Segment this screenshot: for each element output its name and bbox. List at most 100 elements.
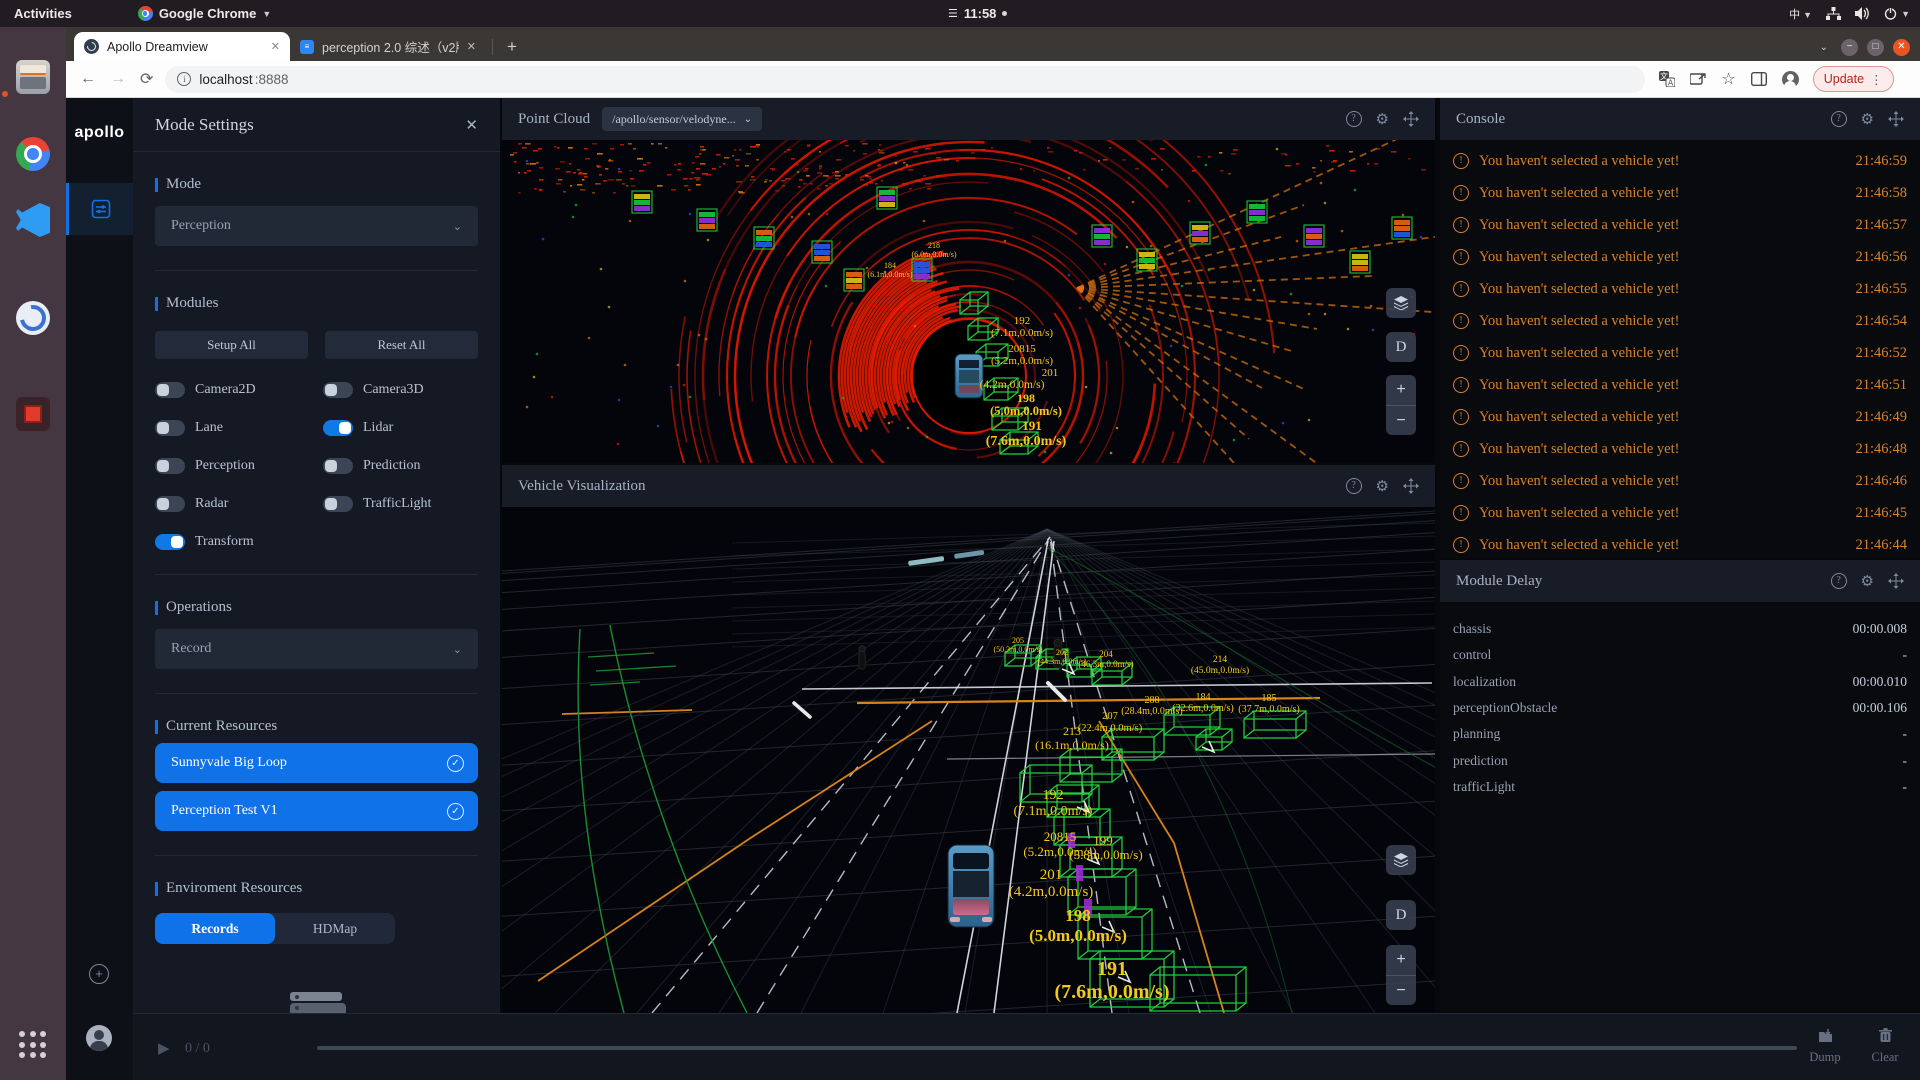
toggle-label: Radar — [195, 496, 228, 512]
tab-perception-doc[interactable]: ≡ perception 2.0 综述（v2版 ✕ — [290, 32, 486, 61]
update-button[interactable]: Update ⋮ — [1813, 66, 1894, 92]
obstacle-label: 204 — [1099, 649, 1113, 659]
toggle-prediction[interactable]: Prediction — [323, 458, 478, 474]
maximize-button[interactable]: □ — [1867, 39, 1884, 56]
move-panel-icon[interactable] — [1403, 111, 1419, 127]
switch[interactable] — [155, 496, 185, 512]
power-menu[interactable]: ▼ — [1884, 7, 1910, 20]
tab-close-icon[interactable]: ✕ — [467, 40, 476, 53]
switch[interactable] — [155, 458, 185, 474]
dimension-toggle-button[interactable]: D — [1386, 332, 1416, 362]
activities-button[interactable]: Activities — [14, 6, 72, 21]
chrome-app-icon[interactable] — [16, 137, 50, 171]
forward-button[interactable]: → — [110, 70, 126, 88]
vscode-app-icon[interactable] — [16, 203, 50, 237]
zoom-in-button[interactable]: + — [1386, 375, 1416, 405]
tab-apollo-dreamview[interactable]: Apollo Dreamview ✕ — [74, 32, 290, 61]
toggle-camera2d[interactable]: Camera2D — [155, 382, 323, 398]
layers-button[interactable] — [1386, 845, 1416, 875]
help-icon[interactable]: ? — [1831, 111, 1847, 127]
switch[interactable] — [323, 420, 353, 436]
settings-gear-icon[interactable]: ⚙ — [1861, 112, 1874, 127]
zoom-out-button[interactable]: − — [1386, 975, 1416, 1005]
seek-bar[interactable] — [317, 1046, 1797, 1050]
toggle-radar[interactable]: Radar — [155, 496, 323, 512]
switch[interactable] — [155, 382, 185, 398]
toggle-lidar[interactable]: Lidar — [323, 420, 478, 436]
profile-avatar[interactable] — [1782, 71, 1799, 88]
play-button[interactable]: ▶ — [158, 1039, 170, 1057]
add-panel-button[interactable]: + — [89, 964, 109, 984]
zoom-out-button[interactable]: − — [1386, 405, 1416, 435]
app-menu[interactable]: Google Chrome ▼ — [138, 6, 271, 21]
network-icon[interactable] — [1826, 7, 1841, 20]
close-button[interactable]: ✕ — [1893, 39, 1910, 56]
settings-gear-icon[interactable]: ⚙ — [1376, 479, 1389, 494]
settings-gear-icon[interactable]: ⚙ — [1861, 574, 1874, 589]
input-method-indicator[interactable]: 中 ▼ — [1789, 6, 1812, 22]
layers-button[interactable] — [1386, 288, 1416, 318]
new-tab-button[interactable]: + — [499, 37, 525, 57]
clear-button[interactable]: Clear — [1855, 1028, 1915, 1065]
help-icon[interactable]: ? — [1831, 573, 1847, 589]
switch[interactable] — [155, 534, 185, 550]
move-panel-icon[interactable] — [1403, 478, 1419, 494]
settings-gear-icon[interactable]: ⚙ — [1376, 112, 1389, 127]
resource-perception-test-v1[interactable]: Perception Test V1 ✓ — [155, 791, 478, 831]
tab-title: Apollo Dreamview — [107, 40, 263, 54]
site-info-icon[interactable]: i — [177, 72, 191, 86]
operations-select[interactable]: Record ⌄ — [155, 629, 478, 669]
module-delay-value: 00:00.008 — [1853, 621, 1907, 637]
obstacle-label: 213 — [1063, 724, 1081, 738]
mode-select[interactable]: Perception ⌄ — [155, 206, 478, 246]
switch[interactable] — [323, 496, 353, 512]
help-icon[interactable]: ? — [1346, 111, 1362, 127]
vehicle-visualization-scene[interactable]: 205 (50.3m,0.0m/s) 202 (44.3m,0.0m/s) 20… — [502, 507, 1435, 1013]
toggle-lane[interactable]: Lane — [155, 420, 323, 436]
point-cloud-scene[interactable]: 218 (6.0m,0.0m/s) 184 (6.1m,0.0m/s) 192 … — [502, 140, 1435, 463]
minimize-button[interactable]: − — [1841, 39, 1858, 56]
zoom-in-button[interactable]: + — [1386, 945, 1416, 975]
user-avatar[interactable] — [86, 1025, 112, 1051]
console-log-list[interactable]: !You haven't selected a vehicle yet!21:4… — [1440, 140, 1920, 558]
reset-all-button[interactable]: Reset All — [325, 331, 478, 359]
toggle-trafficlight[interactable]: TrafficLight — [323, 496, 478, 512]
tab-hdmap[interactable]: HDMap — [275, 913, 395, 944]
kebab-menu-icon[interactable]: ⋮ — [1870, 72, 1883, 87]
clock-menu[interactable]: ☰ 11:58 — [948, 6, 1007, 21]
tab-title: perception 2.0 综述（v2版 — [322, 37, 459, 56]
move-panel-icon[interactable] — [1888, 573, 1904, 589]
reload-button[interactable]: ⟳ — [140, 69, 153, 89]
warning-icon: ! — [1453, 377, 1469, 393]
tab-close-icon[interactable]: ✕ — [271, 40, 280, 53]
tab-records[interactable]: Records — [155, 913, 275, 944]
files-app-icon[interactable] — [16, 60, 50, 94]
switch[interactable] — [323, 382, 353, 398]
bookmark-star-icon[interactable]: ☆ — [1721, 69, 1735, 89]
window-menu-chevron[interactable]: ⌄ — [1820, 42, 1828, 53]
side-panel-icon[interactable] — [1751, 72, 1767, 86]
translate-icon[interactable]: 文A — [1659, 71, 1675, 87]
switch[interactable] — [323, 458, 353, 474]
setup-all-button[interactable]: Setup All — [155, 331, 308, 359]
dump-button[interactable]: Dump — [1795, 1028, 1855, 1065]
toggle-perception[interactable]: Perception — [155, 458, 323, 474]
move-panel-icon[interactable] — [1888, 111, 1904, 127]
address-bar[interactable]: i localhost:8888 — [165, 66, 1645, 93]
help-icon[interactable]: ? — [1346, 478, 1362, 494]
resource-sunnyvale-big-loop[interactable]: Sunnyvale Big Loop ✓ — [155, 743, 478, 783]
mode-settings-nav-item[interactable] — [66, 183, 133, 235]
show-applications-button[interactable] — [17, 1029, 49, 1061]
close-icon[interactable]: ✕ — [465, 116, 478, 134]
toggle-transform[interactable]: Transform — [155, 534, 323, 550]
back-button[interactable]: ← — [80, 70, 96, 88]
switch[interactable] — [155, 420, 185, 436]
software-app-icon[interactable] — [16, 397, 50, 431]
record-illustration — [290, 992, 346, 1013]
share-icon[interactable] — [1690, 72, 1706, 86]
channel-select[interactable]: /apollo/sensor/velodyne... ⌄ — [602, 107, 762, 131]
shield-app-icon[interactable] — [16, 301, 50, 335]
volume-icon[interactable] — [1855, 7, 1870, 20]
toggle-camera3d[interactable]: Camera3D — [323, 382, 478, 398]
dimension-toggle-button[interactable]: D — [1386, 900, 1416, 930]
